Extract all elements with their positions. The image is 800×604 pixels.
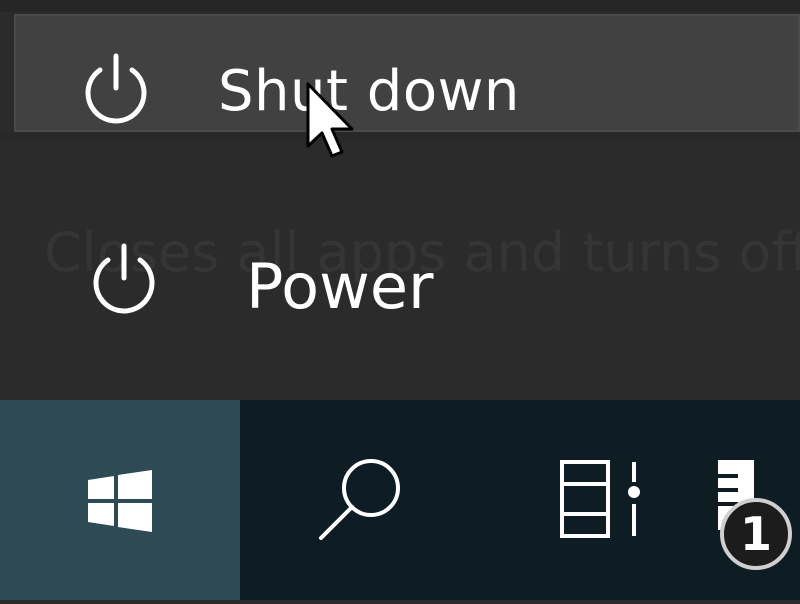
search-icon bbox=[319, 459, 400, 540]
menu-separator bbox=[0, 132, 800, 140]
power-icon bbox=[93, 243, 155, 314]
task-view-icon bbox=[560, 460, 640, 538]
windows-logo-icon bbox=[88, 470, 152, 532]
power-menu: Shut down Closes all apps and turns off … bbox=[0, 0, 800, 400]
power-label: Power bbox=[246, 250, 434, 323]
menu-top-divider bbox=[0, 0, 800, 12]
notification-badge: 1 bbox=[720, 498, 792, 570]
taskbar bbox=[0, 400, 800, 600]
task-view-button[interactable] bbox=[500, 400, 680, 600]
shut-down-menu-item[interactable]: Shut down bbox=[14, 14, 800, 132]
power-button[interactable]: Power bbox=[0, 230, 800, 350]
power-icon bbox=[85, 53, 147, 124]
search-button[interactable] bbox=[240, 400, 440, 600]
mouse-cursor-icon bbox=[306, 82, 354, 158]
start-button[interactable] bbox=[0, 400, 240, 600]
shut-down-label: Shut down bbox=[218, 59, 520, 124]
